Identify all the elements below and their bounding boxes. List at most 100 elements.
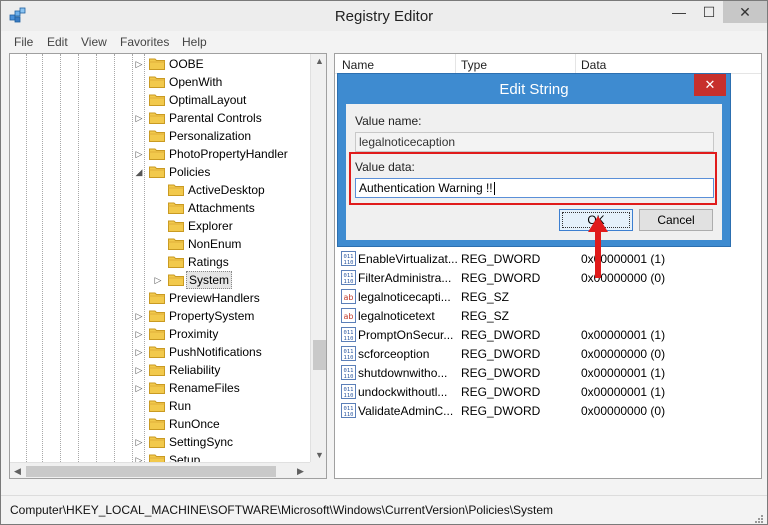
table-row[interactable]: 011 110 EnableVirtualizat... REG_DWORD 0x000… [335, 249, 761, 268]
tree-node-label[interactable]: PropertySystem [167, 307, 256, 325]
folder-icon [149, 435, 165, 448]
key-tree-pane[interactable]: ▷ OOBE OpenWith OptimalLayout ▷ Parental Cont… [9, 53, 327, 479]
tree-node[interactable]: ▷ Reliability [10, 361, 310, 379]
tree-node[interactable]: OptimalLayout [10, 91, 310, 109]
tree-expander-icon[interactable]: ▷ [134, 361, 144, 379]
column-divider[interactable] [455, 54, 456, 74]
table-row[interactable]: ab legalnoticetext REG_SZ [335, 306, 761, 325]
tree-node-label[interactable]: PhotoPropertyHandler [167, 145, 290, 163]
tree-node[interactable]: NonEnum [10, 235, 310, 253]
column-header-data[interactable]: Data [581, 58, 606, 72]
tree-expander-icon[interactable]: ▷ [134, 379, 144, 397]
menu-file[interactable]: File [14, 35, 33, 49]
scroll-down-icon[interactable]: ▼ [315, 450, 324, 460]
tree-node-label[interactable]: NonEnum [186, 235, 243, 253]
tree-node-label[interactable]: OpenWith [167, 73, 224, 91]
tree-node[interactable]: OpenWith [10, 73, 310, 91]
tree-node-label[interactable]: PushNotifications [167, 343, 264, 361]
dialog-title-bar[interactable]: Edit String ✕ [338, 74, 730, 104]
tree-node[interactable]: Personalization [10, 127, 310, 145]
table-row[interactable]: 011 110 scforceoption REG_DWORD 0x00000000 (… [335, 344, 761, 363]
tree-node[interactable]: ▷ Proximity [10, 325, 310, 343]
tree-node[interactable]: Attachments [10, 199, 310, 217]
scroll-right-icon[interactable]: ▶ [297, 466, 304, 477]
close-button[interactable]: ✕ [723, 1, 767, 23]
tree-node-label[interactable]: Parental Controls [167, 109, 264, 127]
tree-node-label[interactable]: ActiveDesktop [186, 181, 267, 199]
menu-edit[interactable]: Edit [47, 35, 68, 49]
menu-favorites[interactable]: Favorites [120, 35, 169, 49]
tree-node-label[interactable]: RunOnce [167, 415, 222, 433]
tree-node[interactable]: ◢ Policies [10, 163, 310, 181]
tree-node-label[interactable]: Personalization [167, 127, 253, 145]
tree-expander-icon[interactable]: ▷ [134, 307, 144, 325]
scroll-left-icon[interactable]: ◀ [14, 466, 21, 477]
tree-expander-icon[interactable]: ▷ [134, 55, 144, 73]
table-row[interactable]: 011 110 undockwithoutl... REG_DWORD 0x000000… [335, 382, 761, 401]
tree-node[interactable]: ▷ PropertySystem [10, 307, 310, 325]
tree-expander-icon[interactable]: ▷ [134, 145, 144, 163]
tree-node[interactable]: Explorer [10, 217, 310, 235]
tree-node-label[interactable]: Attachments [186, 199, 257, 217]
tree-node[interactable]: ▷ Parental Controls [10, 109, 310, 127]
table-row[interactable]: 011 110 PromptOnSecur... REG_DWORD 0x0000000… [335, 325, 761, 344]
cancel-button[interactable]: Cancel [639, 209, 713, 231]
svg-text:110: 110 [344, 279, 354, 285]
tree-node[interactable]: RunOnce [10, 415, 310, 433]
tree-expander-icon[interactable]: ▷ [134, 343, 144, 361]
tree-node[interactable]: ▷ OOBE [10, 55, 310, 73]
value-type-cell: REG_DWORD [461, 385, 541, 399]
tree-node-label[interactable]: SettingSync [167, 433, 235, 451]
svg-text:ab: ab [344, 293, 354, 302]
tree-node-label[interactable]: PreviewHandlers [167, 289, 262, 307]
tree-node-label[interactable]: Policies [167, 163, 212, 181]
value-name-cell: legalnoticetext [358, 309, 435, 323]
tree-node-label[interactable]: Ratings [186, 253, 231, 271]
tree-node[interactable]: ▷ PhotoPropertyHandler [10, 145, 310, 163]
tree-node-label[interactable]: RenameFiles [167, 379, 242, 397]
tree-node[interactable]: PreviewHandlers [10, 289, 310, 307]
table-row[interactable]: 011 110 shutdownwitho... REG_DWORD 0x0000000… [335, 363, 761, 382]
column-header-name[interactable]: Name [342, 58, 374, 72]
tree-node[interactable]: ▷ System [10, 271, 310, 289]
tree-node[interactable]: Ratings [10, 253, 310, 271]
title-bar[interactable]: Registry Editor — ☐ ✕ [1, 1, 767, 31]
menu-help[interactable]: Help [182, 35, 207, 49]
tree-vertical-scroll-thumb[interactable] [313, 340, 326, 370]
scroll-up-icon[interactable]: ▲ [315, 56, 324, 66]
minimize-button[interactable]: — [665, 1, 693, 23]
tree-node-label[interactable]: OOBE [167, 55, 206, 73]
resize-grip-icon[interactable] [753, 512, 763, 523]
value-name-cell: ValidateAdminC... [358, 404, 454, 418]
tree-node[interactable]: ▷ PushNotifications [10, 343, 310, 361]
tree-expander-icon[interactable]: ◢ [134, 163, 144, 181]
menu-view[interactable]: View [81, 35, 107, 49]
table-row[interactable]: 011 110 FilterAdministra... REG_DWORD 0x0000… [335, 268, 761, 287]
tree-expander-icon[interactable]: ▷ [134, 433, 144, 451]
tree-vertical-scrollbar[interactable]: ▲ ▼ [310, 54, 326, 462]
maximize-button[interactable]: ☐ [695, 1, 723, 23]
table-row[interactable]: ab legalnoticecapti... REG_SZ [335, 287, 761, 306]
tree-node[interactable]: ▷ RenameFiles [10, 379, 310, 397]
dword-value-icon: 011 110 [341, 270, 356, 285]
tree-node[interactable]: ActiveDesktop [10, 181, 310, 199]
tree-node-label[interactable]: System [186, 271, 233, 289]
tree-node-label[interactable]: Reliability [167, 361, 222, 379]
tree-node-label[interactable]: Proximity [167, 325, 220, 343]
table-row[interactable]: 011 110 ValidateAdminC... REG_DWORD 0x000000… [335, 401, 761, 420]
tree-horizontal-scroll-thumb[interactable] [26, 466, 276, 477]
tree-expander-icon[interactable]: ▷ [134, 109, 144, 127]
tree-node-label[interactable]: Explorer [186, 217, 235, 235]
tree-node-label[interactable]: Run [167, 397, 193, 415]
tree-expander-icon[interactable]: ▷ [153, 271, 163, 289]
tree-node[interactable]: ▷ SettingSync [10, 433, 310, 451]
dialog-close-button[interactable]: ✕ [694, 74, 726, 96]
column-header-type[interactable]: Type [461, 58, 487, 72]
tree-expander-icon[interactable]: ▷ [134, 325, 144, 343]
column-divider[interactable] [575, 54, 576, 74]
value-name-field[interactable]: legalnoticecaption [355, 132, 714, 152]
value-type-cell: REG_SZ [461, 290, 510, 304]
tree-node[interactable]: Run [10, 397, 310, 415]
tree-node-label[interactable]: OptimalLayout [167, 91, 248, 109]
tree-horizontal-scrollbar[interactable]: ◀ ▶ [10, 462, 310, 478]
